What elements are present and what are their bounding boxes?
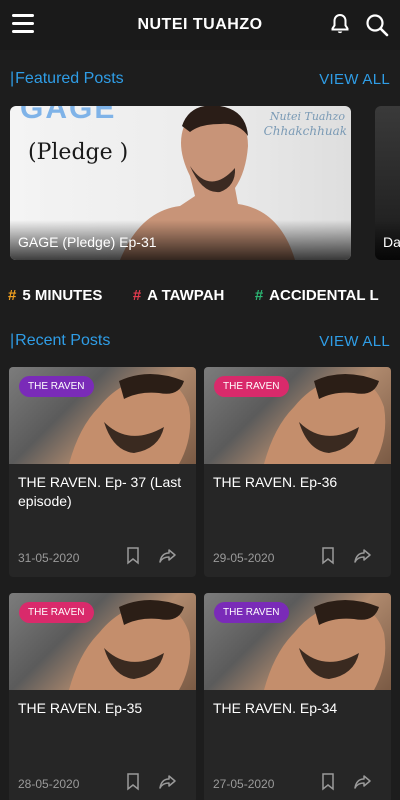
bookmark-icon[interactable] — [321, 773, 335, 791]
bell-icon[interactable] — [328, 12, 352, 36]
search-icon[interactable] — [364, 12, 390, 38]
share-icon[interactable] — [354, 547, 372, 565]
featured-posts-heading: Featured Posts — [10, 70, 124, 88]
post-card[interactable]: THE RAVEN THE RAVEN. Ep-36 29-05-2020 — [204, 367, 391, 577]
post-card[interactable]: THE RAVEN THE RAVEN. Ep-34 27-05-2020 — [204, 593, 391, 800]
post-category-badge[interactable]: THE RAVEN — [19, 602, 94, 623]
featured-section-header: Featured Posts VIEW ALL — [0, 67, 400, 91]
app-title: Nutei Tuahzo — [137, 16, 263, 33]
featured-image-text: (Pledge ) — [28, 140, 129, 165]
share-icon[interactable] — [159, 547, 177, 565]
post-thumbnail: THE RAVEN — [204, 593, 391, 690]
tag-hash: # — [132, 287, 142, 304]
post-thumbnail: THE RAVEN — [204, 367, 391, 464]
featured-caption-next: Da — [375, 220, 400, 260]
post-title[interactable]: THE RAVEN. Ep-35 — [18, 699, 188, 718]
recent-view-all-link[interactable]: VIEW ALL — [319, 333, 390, 350]
bookmark-icon[interactable] — [126, 773, 140, 791]
featured-carousel: GAGE (Pledge ) Nutei Tuahzo Chhakchhuak … — [10, 106, 400, 260]
app-header: Nutei Tuahzo — [0, 0, 400, 50]
post-category-badge[interactable]: THE RAVEN — [19, 376, 94, 397]
featured-image-text-top: GAGE — [20, 106, 117, 125]
post-thumbnail: THE RAVEN — [9, 367, 196, 464]
post-card[interactable]: THE RAVEN THE RAVEN. Ep- 37 (Last episod… — [9, 367, 196, 577]
featured-caption: GAGE (Pledge) Ep-31 — [10, 220, 351, 260]
recent-section-header: Recent Posts VIEW ALL — [0, 329, 400, 353]
post-title[interactable]: THE RAVEN. Ep-34 — [213, 699, 383, 718]
post-title[interactable]: THE RAVEN. Ep- 37 (Last episode) — [18, 473, 188, 511]
post-thumbnail: THE RAVEN — [9, 593, 196, 690]
tag-hash: # — [8, 287, 17, 304]
tag-label: A TAWPAH — [147, 287, 225, 304]
tag-hash: # — [254, 287, 264, 304]
share-icon[interactable] — [159, 773, 177, 791]
post-date: 29-05-2020 — [213, 551, 275, 565]
post-date: 28-05-2020 — [18, 777, 80, 791]
post-card[interactable]: THE RAVEN THE RAVEN. Ep-35 28-05-2020 — [9, 593, 196, 800]
share-icon[interactable] — [354, 773, 372, 791]
tag-item[interactable]: # ACCIDENTAL L — [255, 287, 379, 304]
tag-label: ACCIDENTAL L — [269, 287, 379, 304]
featured-card-next[interactable]: Da — [375, 106, 400, 260]
featured-view-all-link[interactable]: VIEW ALL — [319, 71, 390, 88]
tag-item[interactable]: #5 MINUTES — [8, 287, 102, 304]
bookmark-icon[interactable] — [126, 547, 140, 565]
recent-posts-heading: Recent Posts — [10, 332, 110, 350]
featured-card[interactable]: GAGE (Pledge ) Nutei Tuahzo Chhakchhuak … — [10, 106, 351, 260]
post-category-badge[interactable]: THE RAVEN — [214, 376, 289, 397]
post-date: 31-05-2020 — [18, 551, 80, 565]
tag-label: 5 MINUTES — [22, 287, 103, 304]
bookmark-icon[interactable] — [321, 547, 335, 565]
tag-item[interactable]: # A TAWPAH — [133, 287, 225, 304]
tag-list: #5 MINUTES # A TAWPAH # ACCIDENTAL L — [8, 287, 400, 309]
menu-icon[interactable] — [12, 14, 34, 34]
post-title[interactable]: THE RAVEN. Ep-36 — [213, 473, 383, 492]
post-category-badge[interactable]: THE RAVEN — [214, 602, 289, 623]
post-date: 27-05-2020 — [213, 777, 275, 791]
